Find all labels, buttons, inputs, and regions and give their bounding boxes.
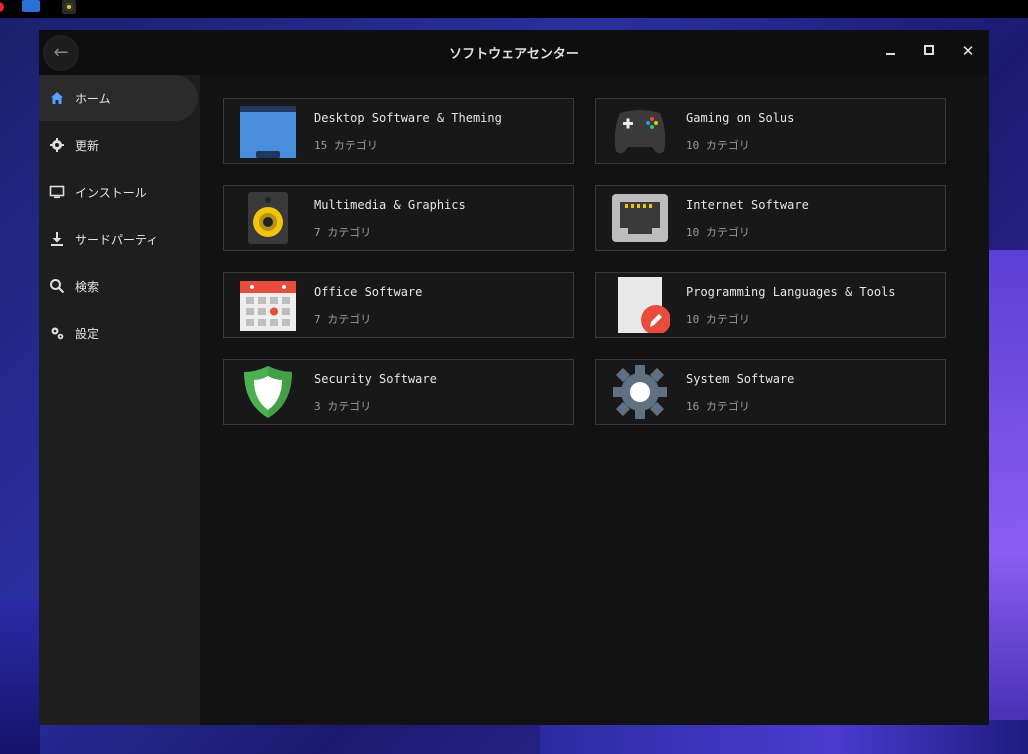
- category-card-system[interactable]: System Software 16 カテゴリ: [595, 359, 946, 425]
- minimize-icon: [885, 53, 895, 55]
- category-count: 10 カテゴリ: [686, 226, 750, 239]
- sidebar-item-installed[interactable]: インストール: [39, 169, 198, 215]
- home-icon: [51, 92, 63, 104]
- category-count: 16 カテゴリ: [686, 400, 750, 413]
- category-card-security[interactable]: Security Software 3 カテゴリ: [223, 359, 574, 425]
- settings-icon: [51, 327, 64, 340]
- maximize-button[interactable]: [919, 41, 939, 61]
- category-title: Gaming on Solus: [686, 111, 795, 125]
- category-card-office[interactable]: Office Software 7 カテゴリ: [223, 272, 574, 338]
- sidebar-item-search[interactable]: 検索: [39, 263, 198, 309]
- speaker-icon: [248, 192, 288, 244]
- category-count: 10 カテゴリ: [686, 139, 750, 152]
- category-title: Security Software: [314, 372, 437, 386]
- sidebar-item-home[interactable]: ホーム: [39, 75, 198, 121]
- maximize-icon: [924, 45, 934, 55]
- panel-app-icon[interactable]: [22, 0, 40, 12]
- sidebar-item-label: ホーム: [75, 92, 111, 106]
- window-title: ソフトウェアセンター: [449, 47, 579, 62]
- sidebar-item-label: 更新: [75, 139, 100, 153]
- category-title: Programming Languages & Tools: [686, 285, 896, 299]
- sidebar: ホーム 更新 インストール サードパーティ 検索 設定: [39, 75, 200, 725]
- gear-icon: [613, 365, 667, 419]
- gear-icon: [50, 138, 64, 152]
- minimize-button[interactable]: [880, 41, 900, 61]
- shield-icon: [244, 366, 292, 418]
- document-edit-icon: [618, 277, 670, 333]
- category-count: 7 カテゴリ: [314, 313, 372, 326]
- download-icon: [51, 232, 63, 246]
- calendar-icon: [240, 281, 296, 331]
- close-button[interactable]: ✕: [958, 41, 978, 61]
- category-count: 10 カテゴリ: [686, 313, 750, 326]
- category-title: Multimedia & Graphics: [314, 198, 466, 212]
- sidebar-item-updates[interactable]: 更新: [39, 122, 198, 168]
- gamepad-icon: [614, 110, 666, 154]
- title-bar: ← ソフトウェアセンター ✕: [39, 30, 989, 75]
- category-count: 7 カテゴリ: [314, 226, 372, 239]
- panel-app-icon[interactable]: [0, 2, 4, 12]
- category-count: 15 カテゴリ: [314, 139, 378, 152]
- category-title: System Software: [686, 372, 795, 386]
- category-card-desktop[interactable]: Desktop Software & Theming 15 カテゴリ: [223, 98, 574, 164]
- category-title: Desktop Software & Theming: [314, 111, 502, 125]
- category-card-gaming[interactable]: Gaming on Solus 10 カテゴリ: [595, 98, 946, 164]
- sidebar-item-label: 設定: [75, 327, 100, 341]
- monitor-icon: [49, 185, 65, 199]
- category-card-programming[interactable]: Programming Languages & Tools 10 カテゴリ: [595, 272, 946, 338]
- category-title: Internet Software: [686, 198, 809, 212]
- wallpaper-shape: [540, 720, 1028, 754]
- network-port-icon: [612, 194, 668, 242]
- sidebar-item-settings[interactable]: 設定: [39, 310, 198, 356]
- sidebar-item-label: インストール: [75, 186, 147, 200]
- top-panel: [0, 0, 1028, 18]
- software-center-window: ← ソフトウェアセンター ✕ ホーム 更新 インストール サードパーティ 検索 …: [39, 30, 989, 725]
- search-icon: [50, 279, 65, 294]
- wallpaper-shape: [0, 600, 40, 754]
- sidebar-item-label: 検索: [75, 280, 100, 294]
- category-card-multimedia[interactable]: Multimedia & Graphics 7 カテゴリ: [223, 185, 574, 251]
- panel-speaker-icon[interactable]: [62, 0, 76, 14]
- category-grid: Desktop Software & Theming 15 カテゴリ Gamin…: [200, 75, 989, 725]
- category-count: 3 カテゴリ: [314, 400, 372, 413]
- close-icon: ✕: [961, 42, 975, 60]
- sidebar-item-label: サードパーティ: [75, 233, 159, 247]
- category-card-internet[interactable]: Internet Software 10 カテゴリ: [595, 185, 946, 251]
- sidebar-item-third-party[interactable]: サードパーティ: [39, 216, 198, 262]
- folder-icon: [240, 106, 296, 158]
- category-title: Office Software: [314, 285, 423, 299]
